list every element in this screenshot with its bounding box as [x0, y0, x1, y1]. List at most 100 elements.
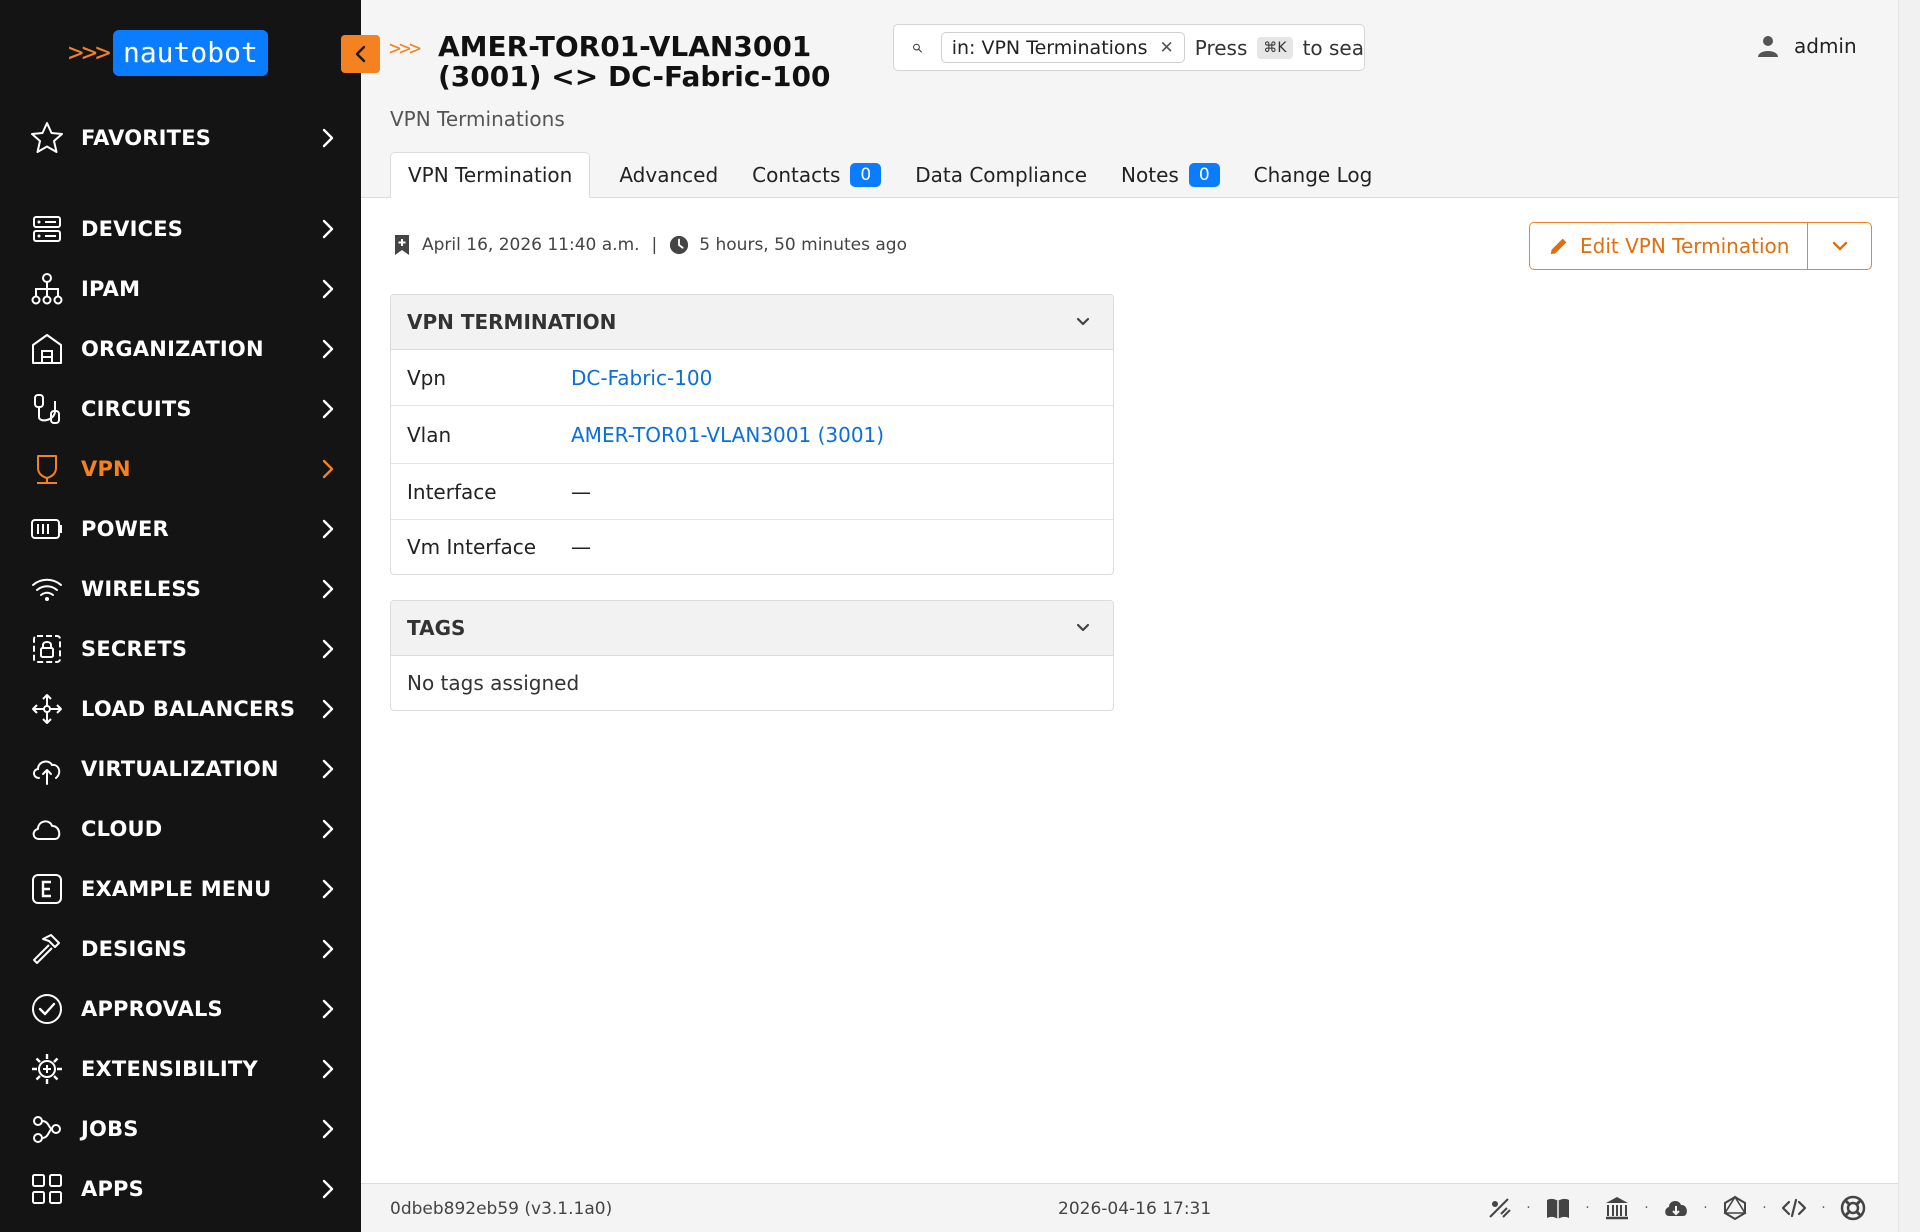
tab-advanced[interactable]: Advanced [590, 152, 735, 198]
sidebar-item-jobs[interactable]: JOBS [0, 1102, 361, 1156]
tab-label: Change Log [1253, 163, 1373, 187]
graphql-icon[interactable] [1721, 1194, 1749, 1222]
sidebar-item-cloud[interactable]: CLOUD [0, 802, 361, 856]
field-label: Vpn [407, 365, 447, 390]
lock-icon [28, 630, 66, 668]
sidebar-item-organization[interactable]: ORGANIZATION [0, 322, 361, 376]
user-menu[interactable]: admin [1756, 34, 1857, 58]
sidebar-item-vpn[interactable]: VPN [0, 442, 361, 496]
chevron-right-icon [322, 819, 334, 839]
search-bar[interactable]: in: VPN Terminations ✕ Press ⌘K to sea [893, 24, 1365, 71]
sidebar-item-apps[interactable]: APPS [0, 1162, 361, 1216]
bookmark-icon [395, 235, 409, 255]
tab-notes[interactable]: Notes 0 [1104, 152, 1237, 198]
tags-panel-header[interactable]: TAGS [391, 601, 1113, 656]
updated-ago: 5 hours, 50 minutes ago [699, 235, 907, 255]
meta-separator: | [651, 235, 658, 255]
chevron-right-icon [322, 999, 334, 1019]
search-input[interactable]: Press ⌘K to sea [1195, 36, 1364, 60]
sidebar-collapse-button[interactable] [341, 35, 380, 73]
tab-change-log[interactable]: Change Log [1237, 152, 1390, 198]
sidebar-item-ipam[interactable]: IPAM [0, 262, 361, 316]
field-value-link[interactable]: DC-Fabric-100 [571, 366, 712, 390]
chevron-right-icon [322, 128, 334, 148]
search-hint-pre: Press [1194, 35, 1248, 60]
tab-data-compliance[interactable]: Data Compliance [898, 152, 1104, 198]
cloud-download-icon[interactable] [1662, 1194, 1690, 1222]
sidebar-item-virtualization[interactable]: VIRTUALIZATION [0, 742, 361, 796]
count-badge: 0 [850, 163, 882, 187]
page-title: AMER-TOR01-VLAN3001 (3001) <> DC-Fabric-… [438, 30, 831, 93]
sidebar-item-devices[interactable]: DEVICES [0, 202, 361, 256]
separator-dot: · [1585, 1200, 1590, 1216]
sidebar-item-power[interactable]: POWER [0, 502, 361, 556]
separator-dot: · [1703, 1200, 1708, 1216]
separator-dot: · [1526, 1200, 1531, 1216]
sidebar-item-label: DESIGNS [81, 937, 188, 961]
pencil-icon [1550, 238, 1567, 255]
sidebar-item-designs[interactable]: DESIGNS [0, 922, 361, 976]
field-row-vm-interface: Vm Interface — [391, 520, 1113, 574]
sidebar-item-label: FAVORITES [81, 126, 212, 150]
field-label: Vlan [407, 422, 452, 447]
tab-label: Notes [1121, 163, 1179, 187]
tab-contacts[interactable]: Contacts 0 [735, 152, 898, 198]
check-circle-icon [28, 990, 66, 1028]
theme-toggle-icon[interactable] [1485, 1194, 1513, 1222]
chevron-right-icon [322, 219, 334, 239]
sidebar-item-example-menu[interactable]: EXAMPLE MENU [0, 862, 361, 916]
sidebar-item-secrets[interactable]: SECRETS [0, 622, 361, 676]
sidebar-item-circuits[interactable]: CIRCUITS [0, 382, 361, 436]
no-tags-message: No tags assigned [407, 671, 580, 695]
tab-label: Advanced [619, 163, 719, 187]
field-value-link[interactable]: AMER-TOR01-VLAN3001 (3001) [571, 423, 884, 447]
code-icon[interactable] [1780, 1194, 1808, 1222]
museum-icon[interactable] [1603, 1194, 1631, 1222]
keyboard-shortcut: ⌘K [1257, 36, 1293, 59]
sidebar-item-load-balancers[interactable]: LOAD BALANCERS [0, 682, 361, 736]
help-lifebuoy-icon[interactable] [1839, 1194, 1867, 1222]
chevron-right-icon [322, 1179, 334, 1199]
sidebar-item-extensibility[interactable]: EXTENSIBILITY [0, 1042, 361, 1096]
search-scope-chip: in: VPN Terminations ✕ [940, 32, 1185, 63]
tab-label: VPN Termination [408, 163, 573, 187]
chevron-down-icon [1076, 623, 1090, 632]
sidebar-item-label: VPN [81, 457, 131, 481]
sidebar-item-wireless[interactable]: WIRELESS [0, 562, 361, 616]
vpn-termination-panel-header[interactable]: VPN TERMINATION [391, 295, 1113, 350]
footer: 0dbeb892eb59 (v3.1.1a0) 2026-04-16 17:31… [361, 1183, 1898, 1232]
grid-icon [28, 1170, 66, 1208]
breadcrumb-link[interactable]: VPN Terminations [390, 107, 565, 131]
panel-title: VPN TERMINATION [407, 310, 617, 334]
vpn-termination-panel: VPN TERMINATION Vpn DC-Fabric-100 Vlan AMER… [390, 294, 1114, 575]
remove-scope-icon[interactable]: ✕ [1160, 38, 1174, 58]
sidebar-item-label: DEVICES [81, 217, 184, 241]
chevron-right-icon [322, 639, 334, 659]
username: admin [1794, 34, 1857, 58]
edit-vpn-termination-button[interactable]: Edit VPN Termination [1530, 223, 1809, 269]
nautobot-logo[interactable]: >>> nautobot [68, 30, 268, 76]
scrollbar[interactable] [1898, 0, 1920, 1232]
edit-button-group: Edit VPN Termination [1529, 222, 1873, 270]
field-label: Vm Interface [407, 535, 537, 559]
sidebar-item-label: EXAMPLE MENU [81, 877, 272, 901]
search-icon [913, 43, 922, 53]
sidebar-item-label: CIRCUITS [81, 397, 192, 421]
breadcrumb[interactable]: VPN Terminations [390, 107, 565, 131]
shield-network-icon [28, 450, 66, 488]
sidebar-item-approvals[interactable]: APPROVALS [0, 982, 361, 1036]
separator-dot: · [1762, 1200, 1767, 1216]
separator-dot: · [1821, 1200, 1826, 1216]
field-value: — [571, 535, 591, 559]
sidebar-item-label: CLOUD [81, 817, 163, 841]
tab-vpn-termination[interactable]: VPN Termination [390, 152, 591, 198]
chevron-right-icon [322, 579, 334, 599]
tab-bar: VPN Termination Advanced Contacts 0 Data Com… [390, 152, 1389, 198]
letter-e-icon [28, 870, 66, 908]
sidebar-item-label: EXTENSIBILITY [81, 1057, 258, 1081]
star-icon [28, 119, 66, 157]
sidebar-item-label: JOBS [81, 1117, 139, 1141]
sidebar-item-favorites[interactable]: FAVORITES [0, 111, 361, 165]
edit-dropdown-toggle[interactable] [1808, 223, 1871, 269]
docs-book-icon[interactable] [1544, 1194, 1572, 1222]
